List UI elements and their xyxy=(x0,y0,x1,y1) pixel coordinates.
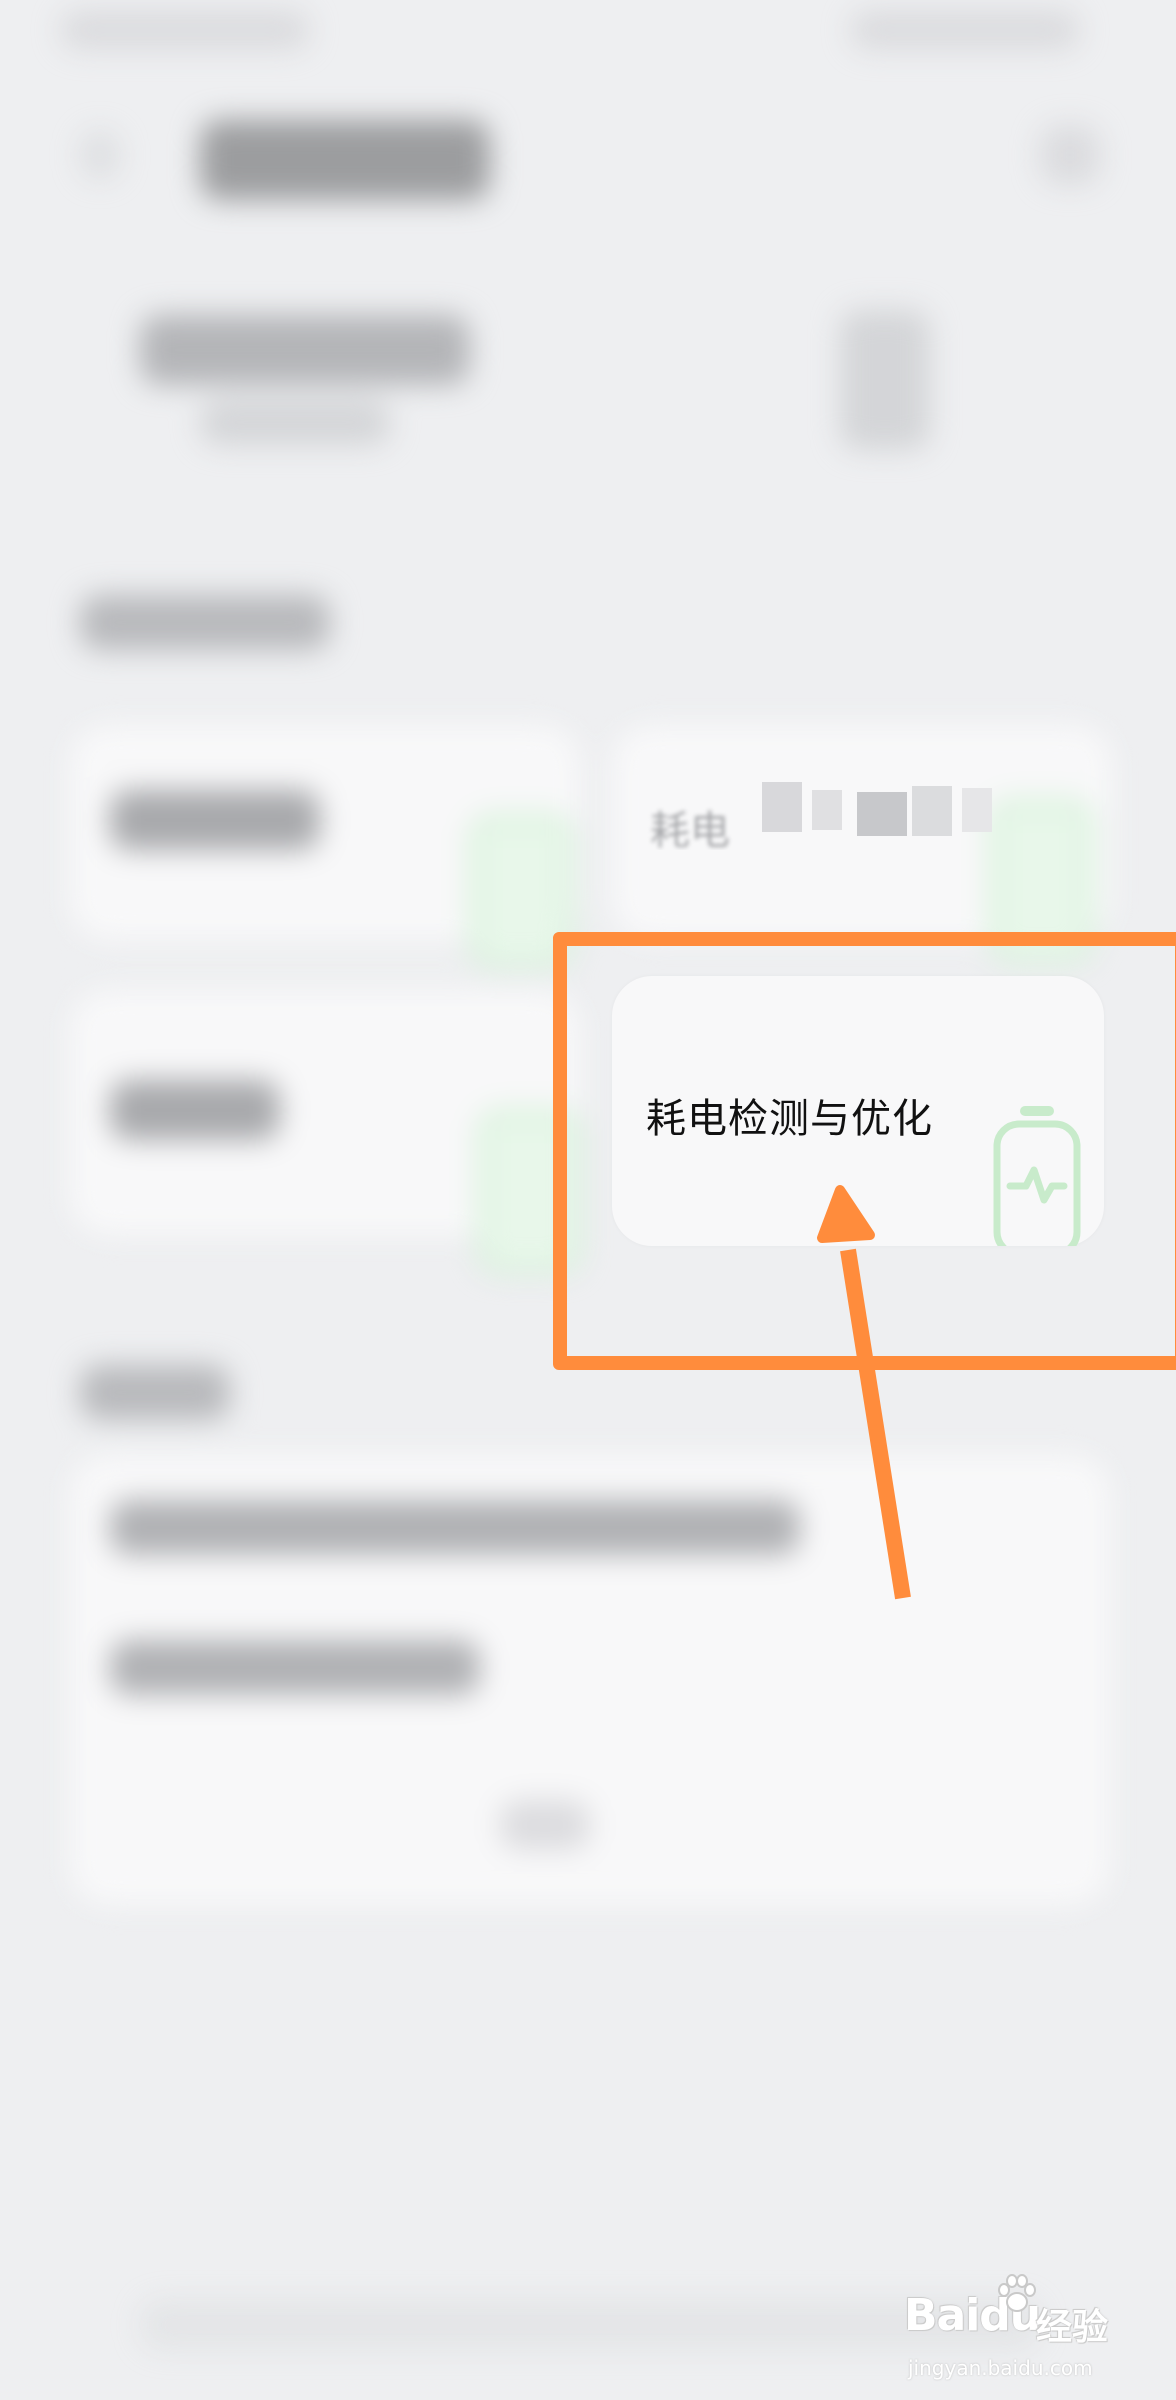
section-header xyxy=(80,595,330,650)
status-bar-left xyxy=(60,10,310,50)
mosaic-block xyxy=(762,782,802,832)
watermark-url: jingyan.baidu.com xyxy=(908,2356,1093,2380)
settings-row-2 xyxy=(110,1640,480,1695)
settings-row-1 xyxy=(110,1500,800,1555)
mosaic-block xyxy=(812,790,842,830)
mosaic-block xyxy=(857,792,907,836)
screen: 耗电 耗电检测与优化 Baidu 经验 jingyan.baidu.com xyxy=(0,0,1176,2400)
annotation-highlight-box xyxy=(553,932,1176,1370)
card-top-left-label xyxy=(110,790,320,850)
section-header-2 xyxy=(80,1365,230,1420)
back-icon xyxy=(80,130,120,180)
settings-row-3 xyxy=(500,1800,590,1850)
header-title xyxy=(200,120,490,200)
baidu-jingyan-watermark: Baidu 经验 jingyan.baidu.com xyxy=(902,2272,1122,2392)
battery-graphic xyxy=(840,310,930,450)
battery-sub xyxy=(200,400,390,445)
mosaic-block xyxy=(962,788,992,832)
watermark-product: 经验 xyxy=(1036,2307,1109,2348)
paw-icon xyxy=(998,2274,1036,2312)
partial-card-power[interactable]: 耗电 xyxy=(612,730,1112,850)
mosaic-block xyxy=(912,786,952,836)
settings-icon xyxy=(1040,125,1100,185)
card-bottom-left-label xyxy=(110,1080,280,1140)
status-bar-right xyxy=(850,10,1080,50)
partial-card-label: 耗电 xyxy=(650,808,730,850)
battery-percent xyxy=(140,315,470,385)
